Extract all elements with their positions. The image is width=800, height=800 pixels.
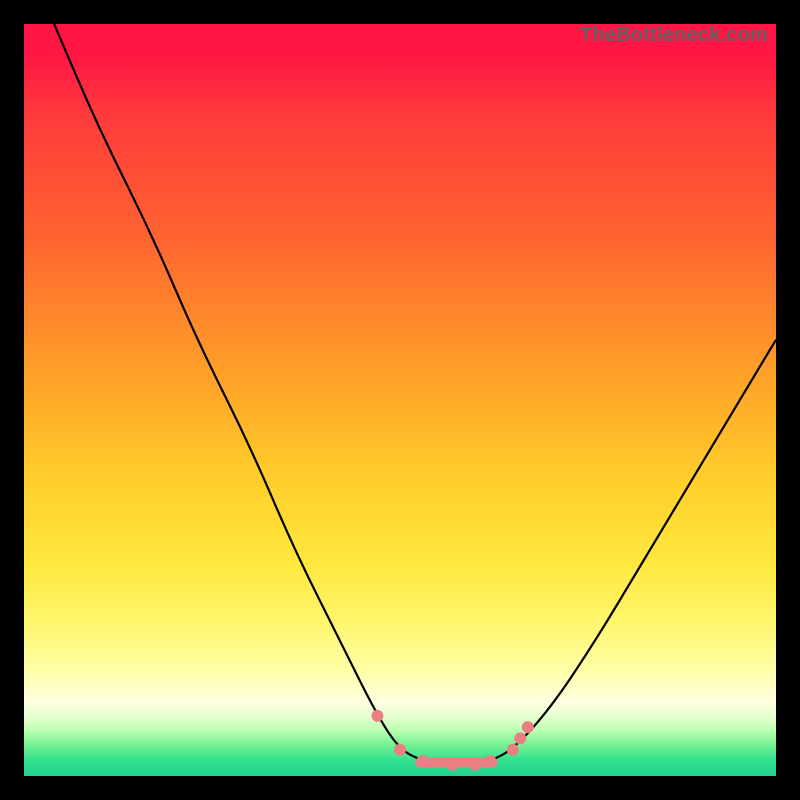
marker-dot (522, 721, 534, 733)
chart-frame: TheBottleneck.com (0, 0, 800, 800)
marker-dot (469, 759, 481, 771)
bottleneck-curve (24, 24, 776, 776)
marker-dot (484, 755, 496, 767)
marker-dot (507, 744, 519, 756)
marker-group (371, 710, 533, 771)
marker-dot (417, 755, 429, 767)
marker-dot (394, 744, 406, 756)
marker-dot (371, 710, 383, 722)
marker-dot (514, 732, 526, 744)
curve-path (54, 24, 776, 765)
marker-dot (447, 759, 459, 771)
plot-area: TheBottleneck.com (24, 24, 776, 776)
